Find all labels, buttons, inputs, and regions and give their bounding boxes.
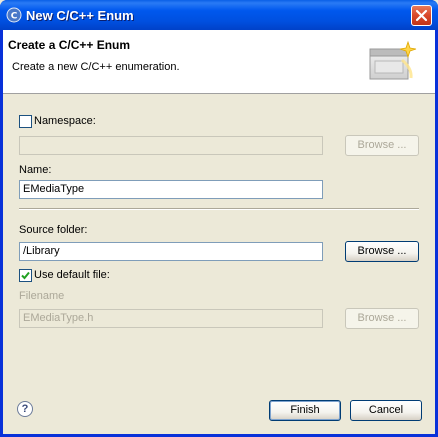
section-separator: [19, 208, 419, 210]
eclipse-cdt-icon: C: [6, 7, 22, 23]
cancel-button[interactable]: Cancel: [350, 400, 422, 421]
source-folder-label: Source folder:: [19, 224, 88, 236]
use-default-file-checkbox[interactable]: [19, 269, 32, 282]
dialog-body: Create a C/C++ Enum Create a new C/C++ e…: [3, 30, 435, 434]
finish-button[interactable]: Finish: [269, 400, 341, 421]
checkmark-icon: [21, 271, 30, 280]
source-folder-browse-button[interactable]: Browse ...: [345, 241, 419, 262]
source-folder-input[interactable]: /Library: [19, 242, 323, 261]
close-button[interactable]: [411, 5, 432, 26]
name-input[interactable]: EMediaType: [19, 180, 323, 199]
filename-input[interactable]: EMediaType.h: [19, 309, 323, 328]
namespace-input[interactable]: [19, 136, 323, 155]
close-icon: [415, 9, 428, 22]
namespace-label: Namespace:: [34, 115, 96, 127]
new-enum-wizard-graphic: [367, 38, 417, 86]
help-icon[interactable]: ?: [17, 401, 33, 417]
filename-label: Filename: [19, 290, 65, 302]
filename-browse-button[interactable]: Browse ...: [345, 308, 419, 329]
wizard-banner: Create a C/C++ Enum Create a new C/C++ e…: [3, 30, 435, 94]
svg-text:C: C: [11, 12, 18, 22]
use-default-file-label: Use default file:: [34, 269, 110, 281]
namespace-browse-button[interactable]: Browse ...: [345, 135, 419, 156]
banner-title: Create a C/C++ Enum: [8, 38, 131, 52]
wizard-content: Namespace: Browse ... Name: EMediaType S…: [3, 95, 435, 385]
dialog-window: C New C/C++ Enum Create a C/C++ Enum Cre…: [0, 0, 438, 437]
window-title: New C/C++ Enum: [26, 8, 134, 23]
namespace-checkbox[interactable]: [19, 115, 32, 128]
banner-description: Create a new C/C++ enumeration.: [12, 61, 180, 73]
name-label: Name:: [19, 164, 52, 176]
title-bar[interactable]: C New C/C++ Enum: [0, 0, 438, 30]
